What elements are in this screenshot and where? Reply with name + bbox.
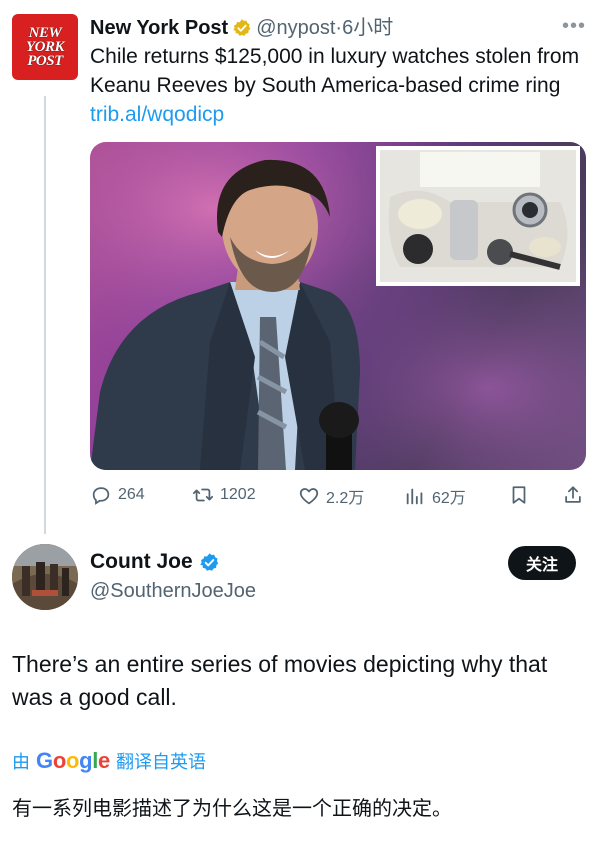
heart-icon <box>299 488 319 505</box>
reply-tweet-text: There’s an entire series of movies depic… <box>12 651 548 710</box>
gold-verified-icon <box>233 19 251 36</box>
reply-display-name-row: Count Joe <box>90 550 220 574</box>
avatar-logo-line-1: NEW <box>28 25 62 41</box>
keanu-photo <box>90 142 586 470</box>
views-count: 62万 <box>432 490 466 507</box>
reply-action[interactable]: 264 <box>90 484 145 506</box>
like-count: 2.2万 <box>326 490 365 507</box>
google-logo: Google <box>36 748 110 773</box>
thread-connector-line <box>44 96 46 534</box>
translated-tweet-text: 有一系列电影描述了为什么这是一个正确的决定。 <box>12 798 452 820</box>
translate-attribution[interactable]: 由 Google 翻译自英语 <box>12 748 206 774</box>
tweet-thread: NEW YORK POST New York Post @nypost·6小时 … <box>0 0 600 847</box>
bookmark-icon <box>512 486 526 504</box>
parent-tweet-body: Chile returns $125,000 in luxury watches… <box>90 45 580 97</box>
parent-handle-time[interactable]: @nypost·6小时 <box>256 14 393 42</box>
follow-button[interactable]: 关注 <box>508 546 576 580</box>
nypost-avatar[interactable]: NEW YORK POST <box>12 14 78 80</box>
parent-tweet-text: Chile returns $125,000 in luxury watches… <box>90 42 580 129</box>
views-action[interactable]: 62万 <box>404 484 466 508</box>
share-icon <box>565 486 581 503</box>
retweet-count: 1202 <box>220 486 256 503</box>
views-icon <box>406 488 423 505</box>
parent-tweet-header: New York Post @nypost·6小时 <box>90 14 393 42</box>
share-action[interactable] <box>562 484 584 506</box>
count-joe-avatar[interactable] <box>12 544 78 610</box>
reply-icon <box>92 487 110 505</box>
like-action[interactable]: 2.2万 <box>298 484 364 508</box>
parent-tweet-actions: 264 1202 2.2万 62万 <box>90 482 586 512</box>
tweet-link[interactable]: trib.al/wqodicp <box>90 103 224 126</box>
retweet-icon <box>192 488 214 502</box>
retweet-action[interactable]: 1202 <box>192 484 256 506</box>
parent-display-name[interactable]: New York Post <box>90 14 228 42</box>
reply-handle[interactable]: @SouthernJoeJoe <box>90 580 256 603</box>
reply-count: 264 <box>118 486 145 503</box>
translate-prefix: 由 <box>12 752 30 772</box>
reply-display-name[interactable]: Count Joe <box>90 550 193 574</box>
more-dots-icon[interactable]: ••• <box>562 14 586 38</box>
avatar-logo-line-2: YORK <box>25 39 65 55</box>
tweet-media-image[interactable] <box>90 142 586 470</box>
avatar-logo-line-3: POST <box>27 53 63 69</box>
bookmark-action[interactable] <box>508 484 530 506</box>
translate-suffix: 翻译自英语 <box>115 752 206 772</box>
blue-verified-icon <box>199 552 218 571</box>
avatar-image <box>12 544 78 610</box>
